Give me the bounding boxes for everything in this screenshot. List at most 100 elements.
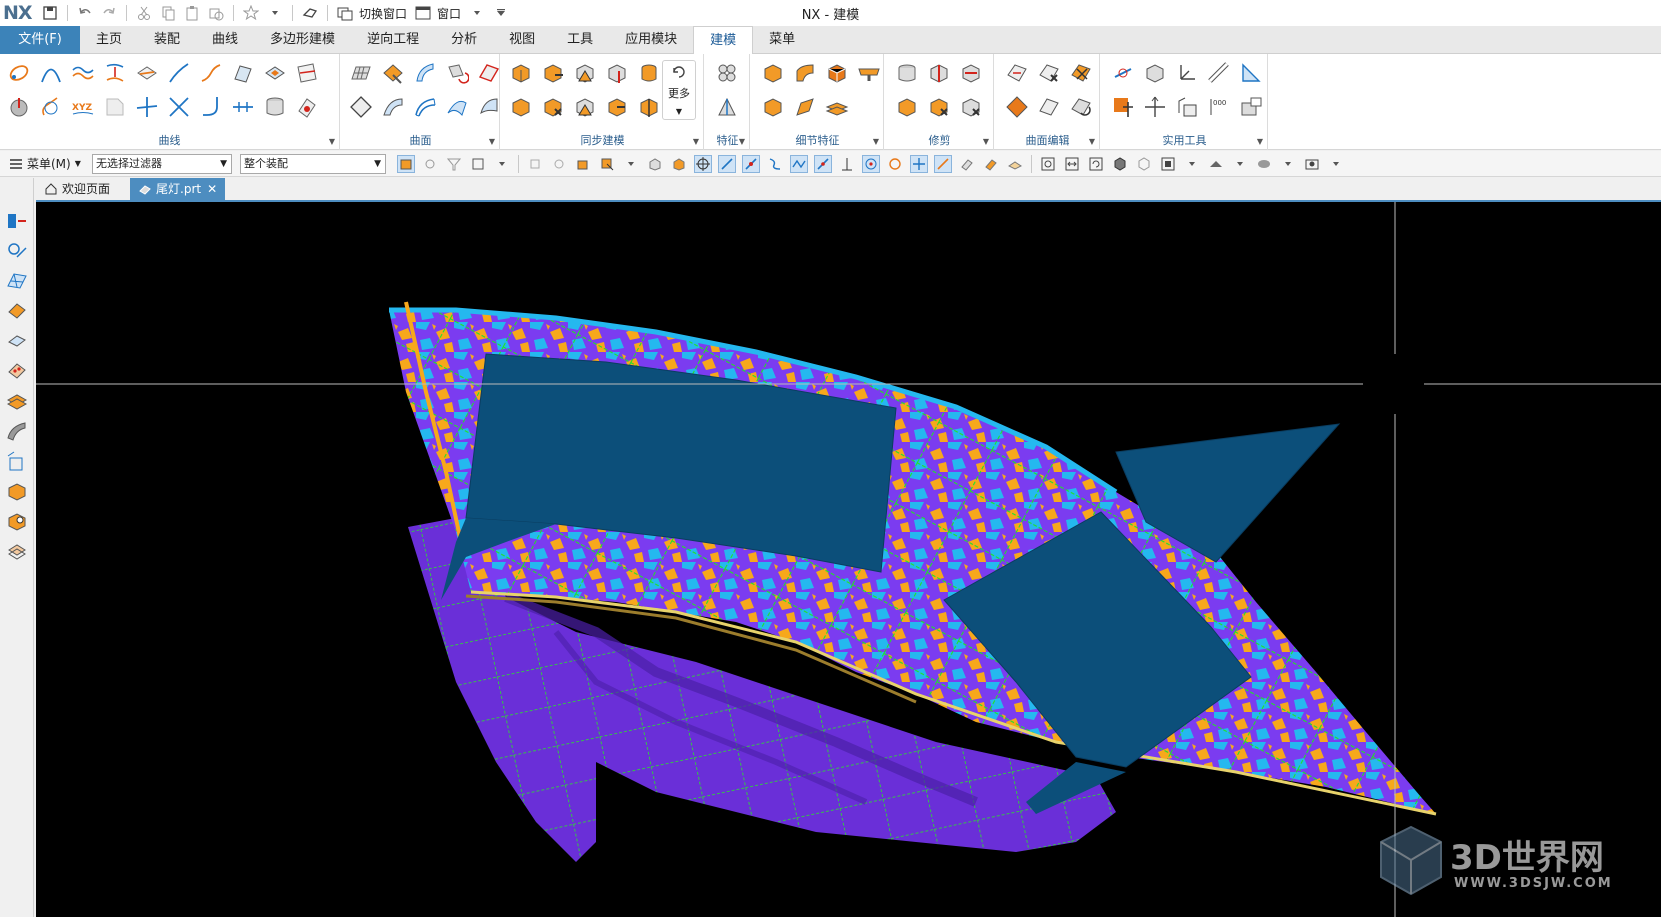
bridge-blend-icon[interactable] [792, 94, 818, 120]
thicken-icon[interactable] [824, 94, 850, 120]
select-edges-icon[interactable] [670, 155, 688, 173]
group-expand-icon[interactable]: ▼ [329, 137, 335, 146]
snap-perpendicular-icon[interactable] [838, 155, 856, 173]
dropdown-arrow-icon[interactable] [1231, 155, 1249, 173]
swept-surface-icon[interactable] [412, 60, 438, 86]
copy-icon[interactable] [158, 3, 178, 23]
rotate-surface-icon[interactable] [444, 60, 470, 86]
constraint-navigator-icon[interactable] [4, 238, 30, 264]
cut-icon[interactable] [134, 3, 154, 23]
layer-settings-icon[interactable] [1303, 155, 1321, 173]
dropdown-arrow-icon[interactable] [493, 155, 511, 173]
solid-body-icon[interactable] [760, 94, 786, 120]
filter-funnel-icon[interactable] [445, 155, 463, 173]
snap-line-icon[interactable] [718, 154, 736, 173]
pattern-feature-icon[interactable] [714, 60, 740, 86]
snap-polyline-icon[interactable] [790, 154, 808, 173]
tab-welcome-page[interactable]: 欢迎页面 [36, 178, 118, 200]
web-browser-icon[interactable] [4, 358, 30, 384]
fit-view-icon[interactable] [1039, 155, 1057, 173]
snap-intersection-icon[interactable] [910, 154, 928, 173]
offset-region-icon[interactable] [572, 60, 598, 86]
arc-icon[interactable] [38, 60, 64, 86]
group-expand-icon[interactable]: ▼ [693, 137, 699, 146]
bounding-body-icon[interactable] [1142, 60, 1168, 86]
isoparametric-curve-icon[interactable] [294, 60, 320, 86]
undo-icon[interactable] [75, 3, 95, 23]
part-navigator-icon[interactable] [4, 268, 30, 294]
switch-window-icon[interactable] [335, 3, 355, 23]
datum-csys-icon[interactable] [1110, 60, 1136, 86]
group-expand-icon[interactable]: ▼ [873, 137, 879, 146]
match-edge-icon[interactable] [1068, 60, 1094, 86]
copy-face-icon[interactable] [540, 94, 566, 120]
view-orientation-icon[interactable] [1159, 155, 1177, 173]
pattern-face-icon[interactable] [572, 94, 598, 120]
through-curve-mesh-icon[interactable] [348, 60, 374, 86]
extract-curve-icon[interactable] [102, 94, 128, 120]
linear-dimension-icon[interactable] [636, 94, 662, 120]
point-on-sphere-icon[interactable] [6, 94, 32, 120]
four-point-surface-icon[interactable] [348, 94, 374, 120]
dropdown-arrow-icon[interactable] [1183, 155, 1201, 173]
surface-curve-icon[interactable] [230, 60, 256, 86]
touch-mode-icon[interactable] [300, 3, 320, 23]
edit-curve-icon[interactable] [294, 94, 320, 120]
select-all-icon[interactable] [469, 155, 487, 173]
helix-icon[interactable] [38, 94, 64, 120]
system-materials-icon[interactable] [4, 418, 30, 444]
tab-part-file[interactable]: 尾灯.prt ✕ [130, 178, 226, 200]
snap-existing-icon[interactable] [934, 154, 952, 173]
hd3d-tools-icon[interactable] [4, 328, 30, 354]
window-menu-label[interactable]: 窗口 [437, 5, 461, 22]
snap-control-icon[interactable] [574, 155, 592, 173]
scope-filter-dropdown[interactable]: 整个装配 ▼ [240, 153, 386, 174]
wave-curve-icon[interactable] [70, 60, 96, 86]
history-icon[interactable] [4, 388, 30, 414]
rotate-view-icon[interactable] [1087, 155, 1105, 173]
select-body-icon[interactable] [421, 155, 439, 173]
system-scenes-icon[interactable] [4, 538, 30, 564]
tab-menu[interactable]: 菜单 [753, 26, 811, 54]
zoom-icon[interactable] [1063, 155, 1081, 173]
tab-modeling[interactable]: 建模 [693, 26, 754, 55]
process-studio-icon[interactable] [4, 448, 30, 474]
section-curve-icon[interactable] [134, 60, 160, 86]
snap-tangent-icon[interactable] [742, 154, 760, 173]
save-icon[interactable] [40, 3, 60, 23]
tab-curve[interactable]: 曲线 [196, 26, 254, 54]
assembly-navigator-icon[interactable] [4, 208, 30, 234]
tab-analysis[interactable]: 分析 [435, 26, 493, 54]
background-icon[interactable] [1255, 155, 1273, 173]
shaded-cube-icon[interactable] [1111, 155, 1129, 173]
measure-icon[interactable] [1206, 60, 1232, 86]
switch-window-label[interactable]: 切换窗口 [359, 5, 407, 22]
tab-application[interactable]: 应用模块 [609, 26, 693, 54]
group-expand-icon[interactable]: ▼ [739, 137, 745, 146]
bridge-curve-icon[interactable] [198, 60, 224, 86]
group-expand-icon[interactable]: ▼ [1089, 137, 1095, 146]
move-object-icon[interactable] [1110, 94, 1136, 120]
tab-assembly[interactable]: 装配 [138, 26, 196, 54]
ruled-surface-icon[interactable] [380, 94, 406, 120]
extend-sheet-icon[interactable] [894, 94, 920, 120]
resize-blend-icon[interactable] [636, 60, 662, 86]
group-expand-icon[interactable]: ▼ [983, 137, 989, 146]
roles-icon[interactable] [4, 508, 30, 534]
cross-curve-icon[interactable] [166, 94, 192, 120]
tab-tools[interactable]: 工具 [551, 26, 609, 54]
pull-face-icon[interactable] [540, 60, 566, 86]
save-body-icon[interactable] [1174, 94, 1200, 120]
wireframe-view-icon[interactable] [1135, 155, 1153, 173]
paste-icon[interactable] [182, 3, 202, 23]
line-curve-icon[interactable] [166, 60, 192, 86]
snap-mid-icon[interactable] [550, 155, 568, 173]
favorite-star-icon[interactable] [241, 3, 261, 23]
split-body-icon[interactable] [926, 60, 952, 86]
chamfer-icon[interactable] [824, 60, 850, 86]
graphics-window[interactable]: 3D世界网 WWW.3DSJW.COM [36, 202, 1661, 917]
dropdown-arrow-icon[interactable] [1279, 155, 1297, 173]
manufacturing-wizard-icon[interactable] [4, 478, 30, 504]
refit-face-icon[interactable] [1068, 94, 1094, 120]
window-icon[interactable] [413, 3, 433, 23]
